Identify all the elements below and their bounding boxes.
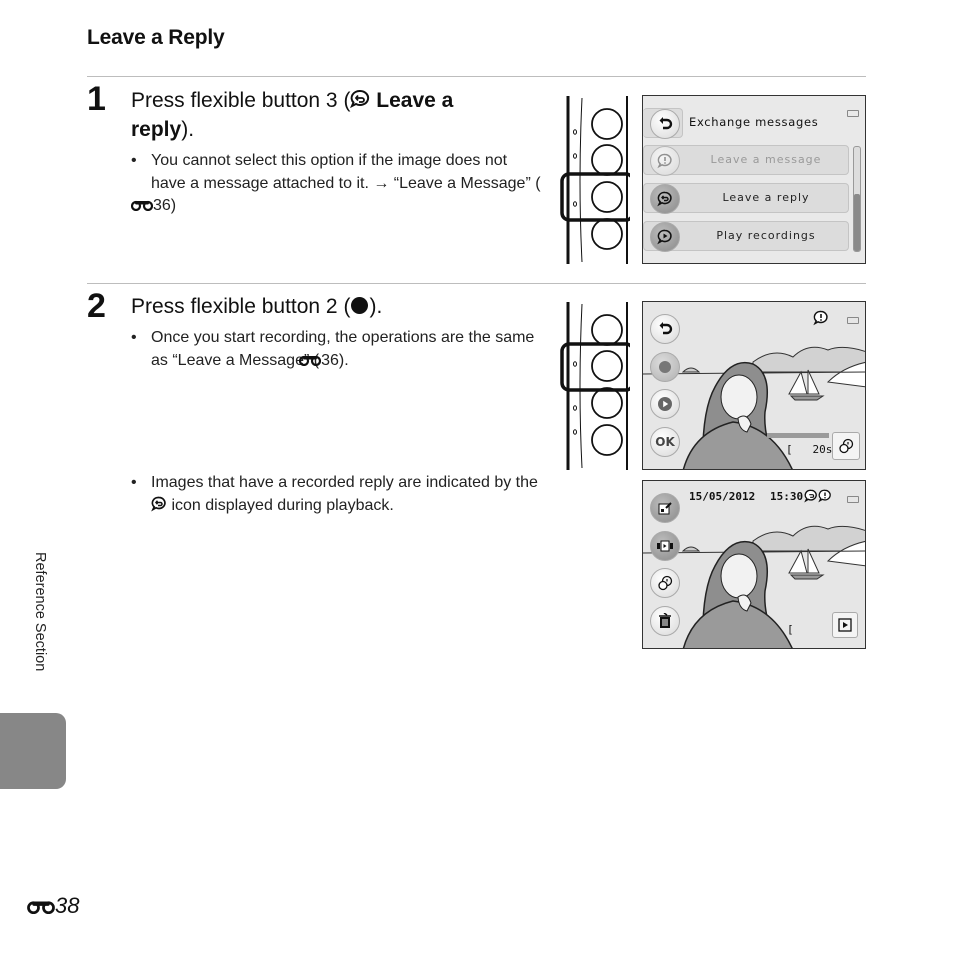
flex-button-4 — [591, 218, 623, 250]
back-icon — [659, 117, 673, 130]
menu-title: Exchange messages — [689, 115, 819, 129]
bullet-dot: • — [131, 474, 137, 491]
back-button[interactable] — [650, 109, 680, 139]
message-exclaim-icon — [813, 310, 828, 326]
step-1-number: 1 — [87, 80, 106, 118]
retouch-button[interactable] — [650, 493, 680, 523]
battery-icon — [847, 317, 859, 324]
step-1-text: Press flexible button 3 ( — [131, 89, 351, 112]
highlight-box — [560, 342, 630, 392]
step-2-bullet-1: • Once you start recording, the operation… — [131, 327, 551, 373]
step-2-text: Press flexible button 2 ( — [131, 295, 351, 318]
bullet-text-end: ) — [170, 197, 177, 214]
retouch-icon — [658, 502, 672, 515]
slideshow-icon — [657, 540, 673, 552]
flex-button-1 — [591, 108, 623, 140]
camera-screen-menu: Exchange messages Leave a message Leave … — [642, 95, 866, 264]
reply-bubble-icon — [350, 89, 370, 112]
side-section-label: Reference Section — [30, 552, 50, 702]
reply-bubble-icon — [151, 496, 167, 514]
flex-button-2 — [591, 144, 623, 176]
reference-page: 36 — [321, 351, 339, 369]
message-icon — [658, 575, 673, 591]
bullet-dot: • — [131, 152, 137, 169]
step-1-bullet: • You cannot select this option if the im… — [130, 150, 541, 219]
message-button[interactable] — [650, 568, 680, 598]
step-1-suffix: ). — [181, 118, 195, 141]
play-icon — [658, 397, 672, 411]
page-number-text: 38 — [55, 893, 80, 918]
reply-bubble-icon — [650, 184, 680, 214]
bullet-text-end: icon displayed during playback. — [167, 496, 394, 514]
delete-icon — [659, 613, 671, 628]
playback-icon — [838, 618, 852, 632]
camera-screen-record: OK [ 20s ] — [642, 301, 866, 470]
menu-item-label: Leave a message — [710, 153, 822, 166]
highlight-box — [560, 172, 630, 222]
back-icon — [659, 322, 673, 335]
message-mode-button[interactable] — [832, 432, 860, 460]
battery-icon — [847, 110, 859, 117]
battery-icon — [847, 496, 859, 503]
reference-page: 36 — [153, 197, 171, 214]
scrollbar-thumb[interactable] — [854, 193, 860, 251]
step-2-bullet-2: • Images that have a recorded reply are i… — [131, 472, 551, 517]
scrollbar[interactable] — [853, 146, 861, 252]
record-dot-icon — [350, 295, 369, 318]
capture-date: 15/05/2012 — [689, 490, 756, 503]
bullet-text-end: ). — [338, 351, 349, 369]
section-title: Leave a Reply — [87, 26, 225, 49]
binoculars-icon — [27, 893, 55, 918]
recording-progress-bar — [767, 433, 829, 438]
step-2-instruction: Press flexible button 2 (). — [131, 292, 531, 321]
bullet-dot: • — [131, 329, 137, 346]
back-button[interactable] — [650, 314, 680, 344]
divider — [87, 283, 866, 284]
menu-item-label: Play recordings — [716, 229, 816, 242]
flex-button-3 — [591, 181, 623, 213]
step-1-instruction: Press flexible button 3 ( Leave a reply)… — [131, 86, 521, 144]
flexible-buttons-diagram-2 — [560, 302, 630, 470]
play-button[interactable] — [650, 389, 680, 419]
message-exclaim-icon — [650, 146, 680, 176]
bullet-text: Images that have a recorded reply are in… — [151, 474, 538, 491]
record-icon — [659, 361, 671, 373]
flexible-buttons-diagram-1 — [560, 96, 630, 264]
capture-time: 15:30 — [770, 490, 804, 503]
reply-indicator-icon — [804, 489, 817, 503]
ok-button[interactable]: OK — [650, 427, 680, 457]
record-button[interactable] — [650, 352, 680, 382]
slideshow-button[interactable] — [650, 531, 680, 561]
camera-screen-playback: 15/05/2012 15:30 [ 4 ] — [642, 480, 866, 649]
divider — [87, 76, 866, 77]
section-tab — [0, 713, 66, 789]
message-exclaim-icon — [818, 489, 831, 503]
messages-icon — [839, 438, 854, 454]
playback-mode-button[interactable] — [832, 612, 858, 638]
step-2-suffix: ). — [369, 295, 383, 318]
bullet-text: You cannot select this option if the ima… — [151, 152, 541, 192]
menu-item-label: Leave a reply — [722, 191, 810, 204]
delete-button[interactable] — [650, 606, 680, 636]
page-number: 38 — [27, 893, 79, 919]
step-2-number: 2 — [87, 287, 106, 325]
side-label-text: Reference Section — [32, 552, 48, 672]
play-bubble-icon — [650, 222, 680, 252]
